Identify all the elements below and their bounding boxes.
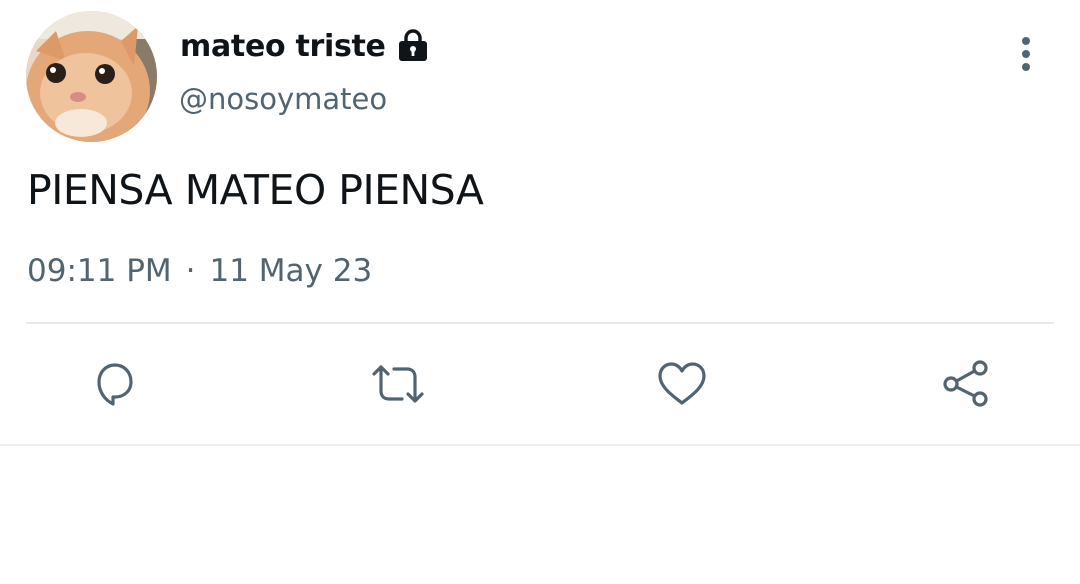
timestamp-separator: · bbox=[185, 253, 196, 289]
retweet-icon bbox=[372, 365, 424, 403]
tweet-date: 11 May 23 bbox=[209, 253, 373, 289]
user-handle[interactable]: @nosoymateo bbox=[179, 82, 387, 116]
divider bbox=[26, 322, 1054, 324]
reply-button[interactable] bbox=[87, 356, 143, 412]
share-icon bbox=[943, 360, 988, 407]
share-button[interactable] bbox=[938, 356, 994, 412]
tweet-timestamp[interactable]: 09:11 PM · 11 May 23 bbox=[27, 253, 372, 289]
more-options-button[interactable] bbox=[1008, 34, 1044, 74]
divider-bottom bbox=[0, 444, 1080, 446]
avatar[interactable] bbox=[26, 11, 157, 142]
avatar-cat-image bbox=[26, 11, 157, 142]
lock-icon bbox=[396, 28, 430, 64]
tweet-time: 09:11 PM bbox=[27, 253, 172, 289]
like-button[interactable] bbox=[654, 356, 710, 412]
more-vertical-icon bbox=[1022, 37, 1030, 71]
user-name-row: mateo triste bbox=[180, 24, 430, 68]
heart-icon bbox=[658, 362, 706, 405]
display-name[interactable]: mateo triste bbox=[180, 29, 386, 64]
tweet-text: PIENSA MATEO PIENSA bbox=[27, 166, 484, 214]
retweet-button[interactable] bbox=[370, 356, 426, 412]
reply-icon bbox=[97, 363, 133, 406]
